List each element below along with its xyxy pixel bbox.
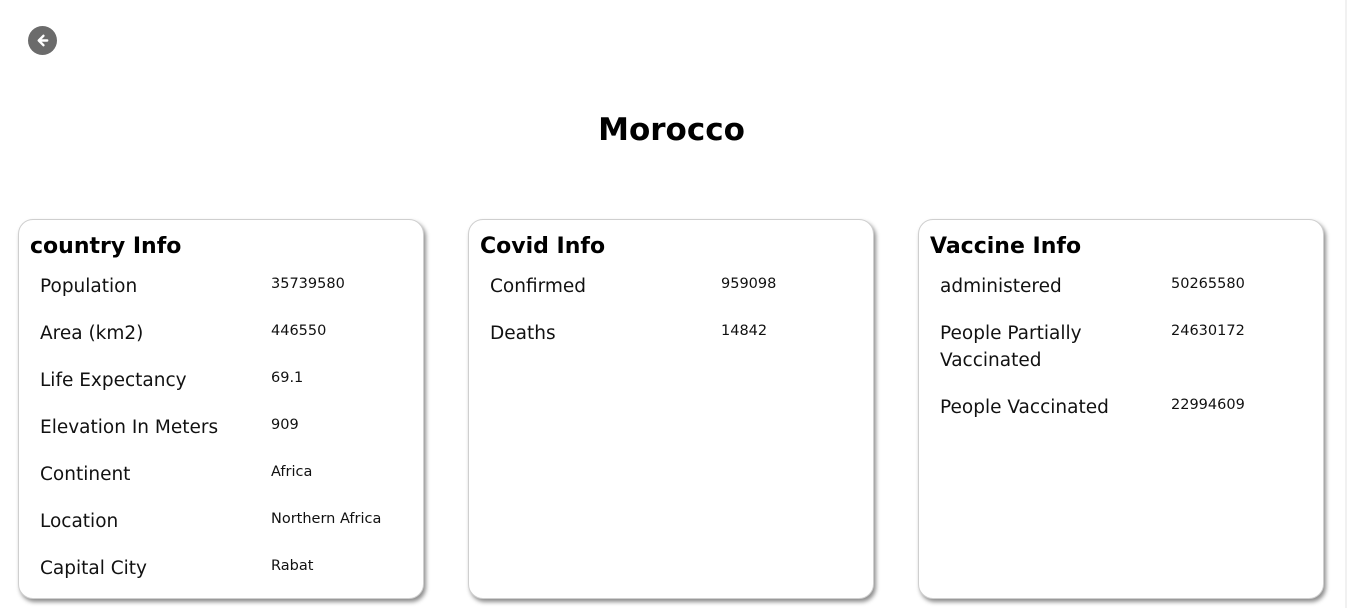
- info-value: 24630172: [1171, 323, 1245, 339]
- info-label: Life Expectancy: [40, 370, 187, 391]
- info-label: Deaths: [490, 323, 556, 344]
- info-label: Area (km2): [40, 323, 144, 344]
- info-label: Confirmed: [490, 276, 587, 297]
- back-button[interactable]: [28, 26, 57, 55]
- info-label: Location: [40, 511, 119, 532]
- info-value: 909: [271, 417, 299, 433]
- info-value: Africa: [271, 464, 313, 480]
- info-row: Capital City Rabat: [40, 555, 420, 582]
- country-info-card: country Info Population 35739580 Area (k…: [18, 219, 424, 599]
- info-value: 959098: [721, 276, 777, 292]
- card-title: country Info: [30, 234, 182, 259]
- info-label: Capital City: [40, 558, 148, 579]
- info-label: administered: [940, 276, 1062, 297]
- info-label: Elevation In Meters: [40, 417, 219, 438]
- info-row: Life Expectancy 69.1: [40, 367, 420, 394]
- info-row: People Vaccinated 22994609: [940, 394, 1320, 421]
- card-title: Covid Info: [480, 234, 606, 259]
- info-value: 22994609: [1171, 397, 1245, 413]
- vaccine-info-card: Vaccine Info administered 50265580 Peopl…: [918, 219, 1324, 599]
- info-row: administered 50265580: [940, 273, 1320, 300]
- info-list: Confirmed 959098 Deaths 14842: [490, 273, 870, 367]
- info-row: Area (km2) 446550: [40, 320, 420, 347]
- info-row: People Partially Vaccinated 24630172: [940, 320, 1320, 374]
- info-row: Continent Africa: [40, 461, 420, 488]
- info-value: 50265580: [1171, 276, 1245, 292]
- info-row: Population 35739580: [40, 273, 420, 300]
- info-value: Rabat: [271, 558, 314, 574]
- covid-info-card: Covid Info Confirmed 959098 Deaths 14842: [468, 219, 874, 599]
- arrow-left-icon: [37, 34, 49, 47]
- info-row: Elevation In Meters 909: [40, 414, 420, 441]
- info-label: People Vaccinated: [940, 397, 1109, 418]
- info-value: 14842: [721, 323, 768, 339]
- info-list: administered 50265580 People Partially V…: [940, 273, 1320, 441]
- info-list: Population 35739580 Area (km2) 446550 Li…: [40, 273, 420, 602]
- info-label: People Partially Vaccinated: [940, 323, 1082, 371]
- card-title: Vaccine Info: [930, 234, 1082, 259]
- info-value: 69.1: [271, 370, 304, 386]
- info-row: Deaths 14842: [490, 320, 870, 347]
- country-detail-page: Morocco country Info Population 35739580…: [0, 0, 1347, 608]
- info-row: Location Northern Africa: [40, 508, 420, 535]
- info-value: 446550: [271, 323, 327, 339]
- info-label: Population: [40, 276, 138, 297]
- info-label: Continent: [40, 464, 131, 485]
- info-row: Confirmed 959098: [490, 273, 870, 300]
- info-value: Northern Africa: [271, 511, 382, 527]
- page-title: Morocco: [598, 112, 745, 148]
- info-value: 35739580: [271, 276, 345, 292]
